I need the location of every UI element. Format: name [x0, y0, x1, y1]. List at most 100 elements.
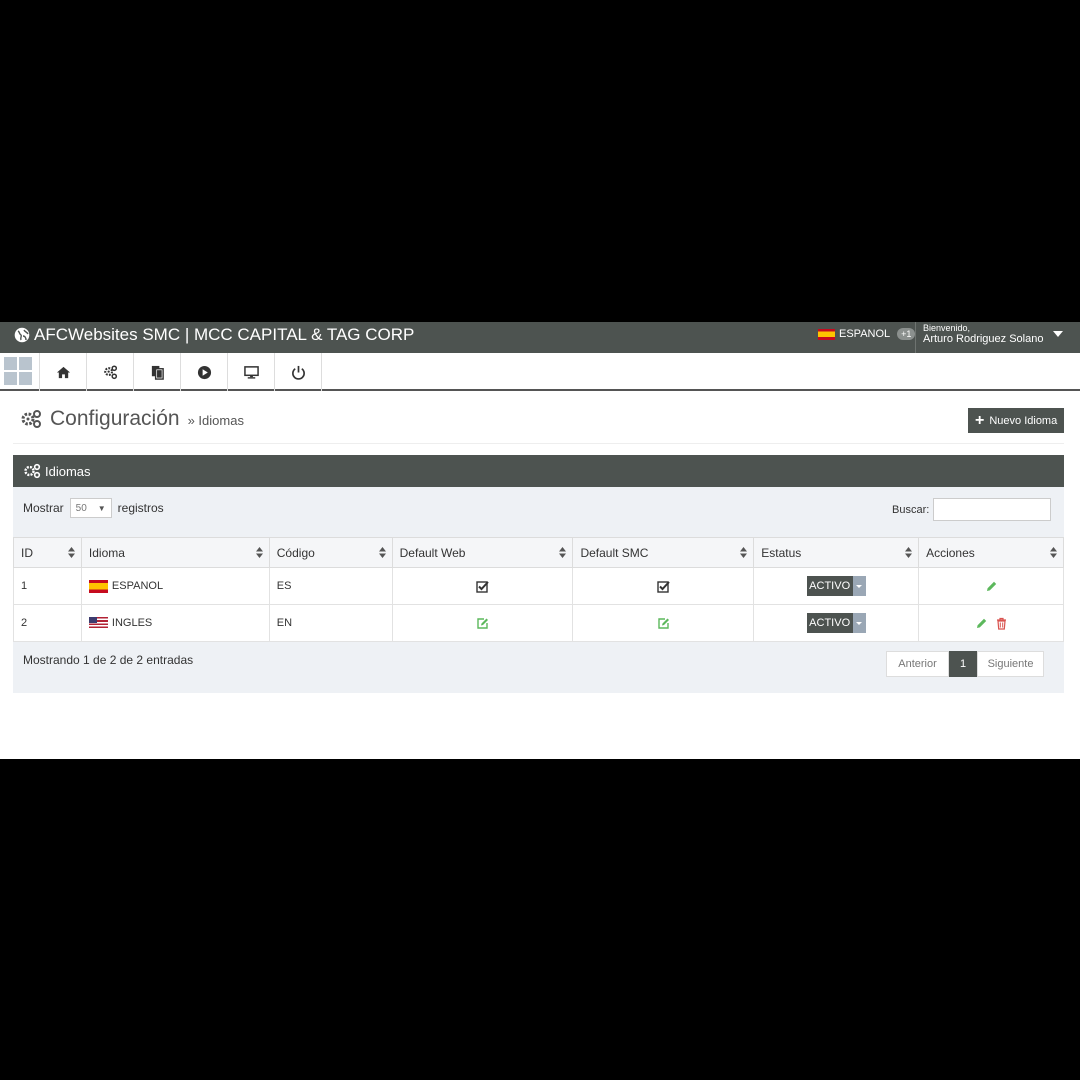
brand[interactable]: AFCWebsites SMC | MCC CAPITAL & TAG CORP	[14, 325, 414, 345]
caret-down-icon: ▼	[97, 503, 106, 513]
sort-icon	[905, 547, 913, 558]
page-header: Configuración » Idiomas	[20, 407, 244, 431]
cogs-icon	[21, 410, 41, 428]
grid-logo-icon[interactable]	[0, 353, 40, 391]
status-dropdown[interactable]: ACTIVO	[806, 613, 866, 633]
languages-table: ID Idioma Código Default Web Default SMC…	[13, 537, 1064, 642]
status-label: ACTIVO	[806, 613, 853, 633]
cell-language: ESPANOL	[80, 567, 270, 605]
language-name: ESPANOL	[111, 580, 164, 592]
cell-actions	[918, 567, 1064, 605]
power-icon	[291, 365, 305, 380]
media-button[interactable]	[181, 353, 228, 391]
home-button[interactable]	[40, 353, 87, 391]
play-icon	[197, 365, 211, 379]
sort-icon	[1050, 547, 1057, 558]
user-name: Arturo Rodriguez Solano	[923, 333, 1044, 345]
column-header-id[interactable]: ID	[13, 537, 82, 568]
cell-id: 2	[13, 604, 82, 642]
cell-actions	[918, 604, 1064, 642]
cell-default-smc	[572, 567, 755, 605]
pencil-icon[interactable]	[975, 617, 988, 630]
page-title: Configuración	[50, 407, 180, 430]
brand-title: AFCWebsites SMC | MCC CAPITAL & TAG CORP	[34, 325, 415, 344]
column-header-code[interactable]: Código	[268, 537, 393, 568]
table-row: 2 INGLES EN ACTIVO	[13, 604, 1064, 642]
app-window: AFCWebsites SMC | MCC CAPITAL & TAG CORP…	[0, 322, 1080, 759]
caret-down-icon[interactable]	[1053, 331, 1063, 337]
pencil-icon[interactable]	[985, 580, 998, 593]
plus-icon: +	[975, 411, 985, 429]
checked-checkbox-icon[interactable]	[657, 580, 670, 593]
breadcrumb[interactable]: » Idiomas	[188, 413, 244, 428]
caret-down-icon	[852, 613, 866, 633]
pages-button[interactable]	[134, 353, 181, 391]
caret-down-icon	[852, 576, 866, 596]
settings-button[interactable]	[87, 353, 134, 391]
status-label: ACTIVO	[806, 576, 853, 596]
table-row: 1 ESPANOL ES ACTIVO	[13, 567, 1064, 605]
table-header-row: ID Idioma Código Default Web Default SMC…	[13, 537, 1064, 568]
sort-icon	[67, 547, 75, 558]
status-dropdown[interactable]: ACTIVO	[806, 576, 866, 596]
cell-status: ACTIVO	[753, 604, 920, 642]
cell-default-web	[391, 567, 574, 605]
previous-page-button[interactable]: Anterior	[886, 651, 949, 677]
trash-icon[interactable]	[995, 617, 1008, 630]
spain-flag-icon	[88, 579, 108, 593]
panel-header: Idiomas	[13, 455, 1064, 487]
show-label: Mostrar	[23, 501, 64, 515]
records-label: registros	[117, 501, 164, 515]
display-button[interactable]	[228, 353, 275, 391]
sort-icon	[378, 547, 386, 558]
sort-icon	[255, 547, 263, 558]
table-info: Mostrando 1 de 2 de 2 entradas	[23, 653, 194, 667]
page-length-value: 50	[75, 502, 87, 514]
cell-status: ACTIVO	[753, 567, 920, 605]
pagination: Anterior 1 Siguiente	[886, 651, 1044, 677]
new-language-button[interactable]: + Nuevo Idioma	[968, 408, 1064, 433]
edit-square-icon[interactable]	[476, 617, 489, 630]
spain-flag-icon	[818, 328, 835, 340]
user-menu[interactable]: Bienvenido, Arturo Rodriguez Solano	[915, 322, 1043, 353]
globe-icon	[14, 327, 30, 343]
current-page-button[interactable]: 1	[949, 651, 977, 677]
next-page-button[interactable]: Siguiente	[977, 651, 1044, 677]
divider	[13, 443, 1064, 444]
top-navbar: AFCWebsites SMC | MCC CAPITAL & TAG CORP…	[0, 322, 1080, 353]
main-toolbar	[0, 353, 1080, 391]
column-header-default-smc[interactable]: Default SMC	[572, 537, 755, 568]
column-header-language[interactable]: Idioma	[80, 537, 270, 568]
column-header-status[interactable]: Estatus	[753, 537, 920, 568]
search-input[interactable]	[933, 498, 1052, 521]
cogs-icon	[103, 364, 117, 379]
us-flag-icon	[88, 616, 108, 630]
search-label: Buscar:	[892, 503, 930, 516]
sort-icon	[559, 547, 567, 558]
edit-square-icon[interactable]	[657, 617, 670, 630]
column-header-default-web[interactable]: Default Web	[391, 537, 574, 568]
home-icon	[56, 366, 70, 378]
search-control: Buscar:	[892, 498, 1052, 521]
page-length-select[interactable]: 50 ▼	[69, 498, 112, 518]
new-language-label: Nuevo Idioma	[989, 414, 1058, 427]
copy-icon	[151, 365, 164, 380]
sort-icon	[740, 547, 748, 558]
language-count-badge: +1	[897, 328, 916, 340]
cogs-icon	[24, 463, 41, 479]
panel-title: Idiomas	[45, 463, 91, 479]
monitor-icon	[243, 365, 259, 379]
column-header-actions[interactable]: Acciones	[918, 537, 1064, 568]
cell-id: 1	[13, 567, 82, 605]
current-language: ESPANOL	[839, 328, 891, 340]
cell-code: ES	[268, 567, 393, 605]
languages-panel: Idiomas Mostrar 50 ▼ registros Buscar: I…	[13, 455, 1064, 693]
cell-default-smc	[572, 604, 755, 642]
cell-code: EN	[268, 604, 393, 642]
cell-default-web	[391, 604, 574, 642]
checked-checkbox-icon[interactable]	[476, 580, 489, 593]
logout-button[interactable]	[275, 353, 322, 391]
language-switcher[interactable]: ESPANOL +1	[818, 328, 916, 340]
language-name: INGLES	[111, 617, 153, 629]
cell-language: INGLES	[80, 604, 270, 642]
